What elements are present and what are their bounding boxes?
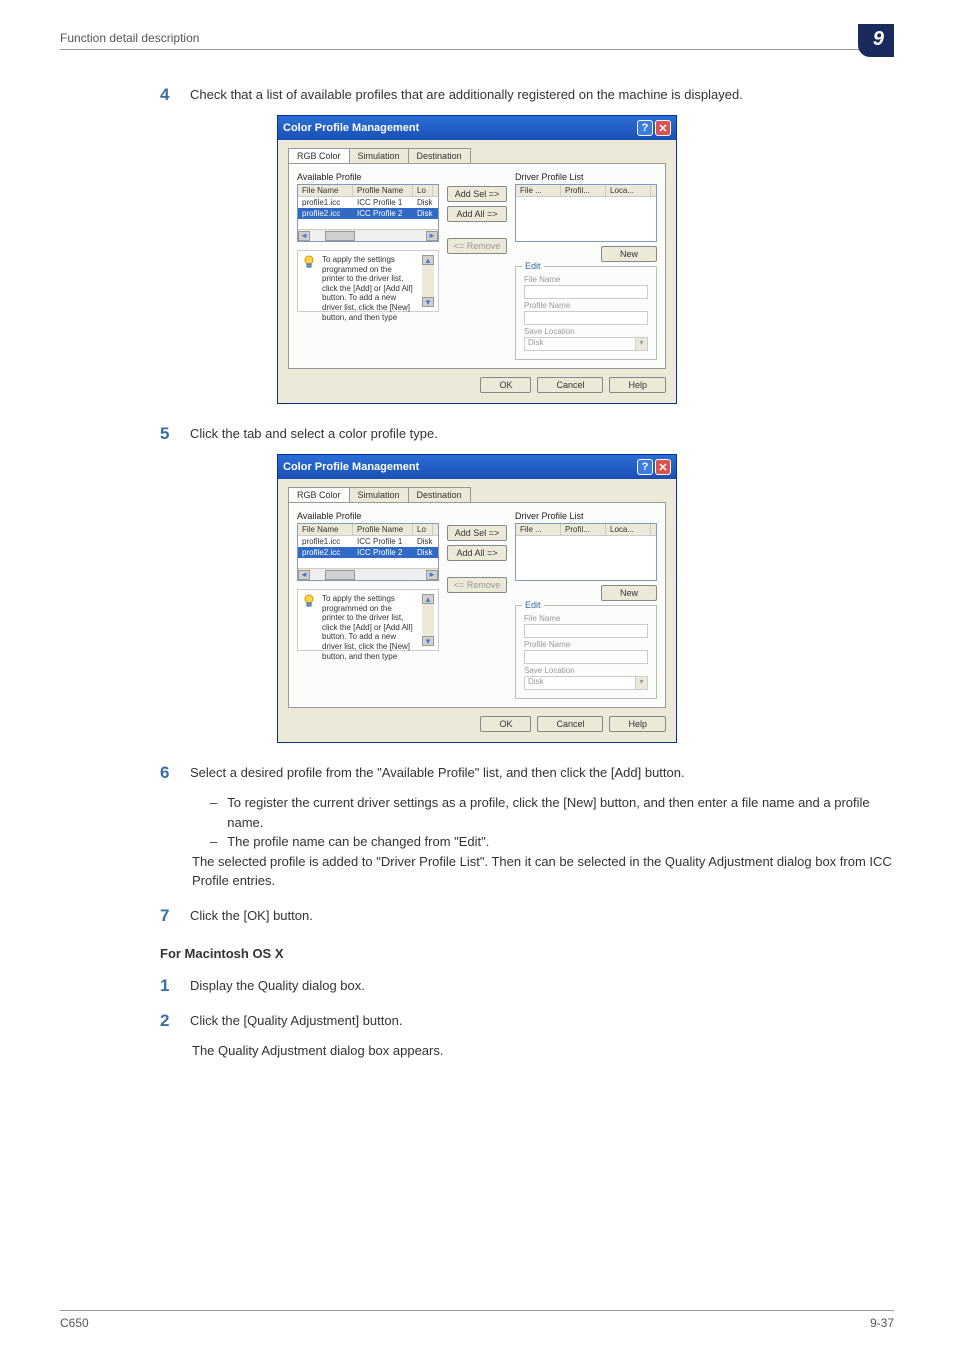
add-sel-button[interactable]: Add Sel =>	[447, 186, 507, 202]
add-sel-button[interactable]: Add Sel =>	[447, 525, 507, 541]
ok-button[interactable]: OK	[480, 377, 531, 393]
screenshot-1: Color Profile Management ? ✕ RGB Color S…	[60, 115, 894, 404]
dialog-title: Color Profile Management	[283, 461, 635, 473]
list-item[interactable]: profile1.icc ICC Profile 1 Disk	[298, 536, 438, 547]
tab-simulation[interactable]: Simulation	[349, 148, 409, 163]
help-button[interactable]: Help	[609, 377, 666, 393]
profile-name-label: Profile Name	[524, 640, 648, 649]
cancel-button[interactable]: Cancel	[537, 716, 603, 732]
step-sub-text: The profile name can be changed from "Ed…	[227, 832, 489, 852]
scroll-up-icon[interactable]: ▲	[422, 594, 434, 604]
chevron-down-icon: ▾	[635, 677, 647, 689]
ok-button[interactable]: OK	[480, 716, 531, 732]
step-text: Click the tab and select a color profile…	[190, 424, 894, 444]
save-location-select[interactable]: Disk ▾	[524, 337, 648, 351]
driver-profile-list-label: Driver Profile List	[515, 511, 657, 521]
profile-name-input[interactable]	[524, 650, 648, 664]
dialog-title: Color Profile Management	[283, 122, 635, 134]
tab-destination[interactable]: Destination	[408, 148, 471, 163]
chevron-down-icon: ▾	[635, 338, 647, 350]
remove-button[interactable]: <= Remove	[447, 577, 507, 593]
remove-button[interactable]: <= Remove	[447, 238, 507, 254]
step-number: 7	[160, 906, 175, 926]
profile-name-label: Profile Name	[524, 301, 648, 310]
close-icon[interactable]: ✕	[655, 120, 671, 136]
available-profile-list[interactable]: File Name Profile Name Lo profile1.icc I…	[297, 523, 439, 581]
cancel-button[interactable]: Cancel	[537, 377, 603, 393]
file-name-label: File Name	[524, 275, 648, 284]
step-note: The selected profile is added to "Driver…	[192, 852, 894, 891]
tab-destination[interactable]: Destination	[408, 487, 471, 502]
save-location-label: Save Location	[524, 327, 648, 336]
footer-page: 9-37	[870, 1316, 894, 1330]
close-icon[interactable]: ✕	[655, 459, 671, 475]
lightbulb-icon	[302, 255, 316, 307]
add-all-button[interactable]: Add All =>	[447, 545, 507, 561]
available-profile-label: Available Profile	[297, 172, 439, 182]
new-button[interactable]: New	[601, 246, 657, 262]
save-location-select[interactable]: Disk ▾	[524, 676, 648, 690]
scroll-up-icon[interactable]: ▲	[422, 255, 434, 265]
scroll-right-icon[interactable]: ►	[426, 570, 438, 580]
driver-profile-list-label: Driver Profile List	[515, 172, 657, 182]
new-button[interactable]: New	[601, 585, 657, 601]
step-number: 5	[160, 424, 175, 444]
step-number: 1	[160, 976, 175, 996]
section-number-tab: 9	[858, 24, 894, 57]
file-name-input[interactable]	[524, 624, 648, 638]
help-icon[interactable]: ?	[637, 459, 653, 475]
help-icon[interactable]: ?	[637, 120, 653, 136]
step-text: Display the Quality dialog box.	[190, 976, 894, 996]
lightbulb-icon	[302, 594, 316, 646]
mac-heading: For Macintosh OS X	[160, 946, 894, 961]
profile-name-input[interactable]	[524, 311, 648, 325]
driver-profile-list[interactable]: File ... Profil... Loca...	[515, 523, 657, 581]
step-text: Click the [Quality Adjustment] button.	[190, 1011, 894, 1031]
available-profile-list[interactable]: File Name Profile Name Lo profile1.icc I…	[297, 184, 439, 242]
footer-model: C650	[60, 1316, 89, 1330]
screenshot-2: Color Profile Management ? ✕ RGB Color S…	[60, 454, 894, 743]
hint-text: To apply the settings programmed on the …	[322, 255, 416, 307]
list-item[interactable]: profile2.icc ICC Profile 2 Disk	[298, 547, 438, 558]
dash-bullet: –	[210, 832, 217, 852]
file-name-label: File Name	[524, 614, 648, 623]
save-location-label: Save Location	[524, 666, 648, 675]
step-text: Click the [OK] button.	[190, 906, 894, 926]
hint-text: To apply the settings programmed on the …	[322, 594, 416, 646]
scroll-down-icon[interactable]: ▼	[422, 636, 434, 646]
edit-legend: Edit	[522, 261, 544, 271]
add-all-button[interactable]: Add All =>	[447, 206, 507, 222]
help-button[interactable]: Help	[609, 716, 666, 732]
step-number: 6	[160, 763, 175, 783]
tab-rgb-color[interactable]: RGB Color	[288, 487, 350, 502]
file-name-input[interactable]	[524, 285, 648, 299]
step-text: Check that a list of available profiles …	[190, 85, 894, 105]
driver-profile-list[interactable]: File ... Profil... Loca...	[515, 184, 657, 242]
step-number: 4	[160, 85, 175, 105]
step-text: Select a desired profile from the "Avail…	[190, 763, 894, 783]
dash-bullet: –	[210, 793, 217, 832]
tab-simulation[interactable]: Simulation	[349, 487, 409, 502]
step-number: 2	[160, 1011, 175, 1031]
scroll-left-icon[interactable]: ◄	[298, 570, 310, 580]
step-sub-text: To register the current driver settings …	[227, 793, 894, 832]
list-item[interactable]: profile2.icc ICC Profile 2 Disk	[298, 208, 438, 219]
scroll-down-icon[interactable]: ▼	[422, 297, 434, 307]
tab-rgb-color[interactable]: RGB Color	[288, 148, 350, 163]
section-label: Function detail description	[60, 31, 199, 49]
scroll-left-icon[interactable]: ◄	[298, 231, 310, 241]
edit-legend: Edit	[522, 600, 544, 610]
scroll-right-icon[interactable]: ►	[426, 231, 438, 241]
list-item[interactable]: profile1.icc ICC Profile 1 Disk	[298, 197, 438, 208]
available-profile-label: Available Profile	[297, 511, 439, 521]
step-note: The Quality Adjustment dialog box appear…	[192, 1041, 894, 1061]
